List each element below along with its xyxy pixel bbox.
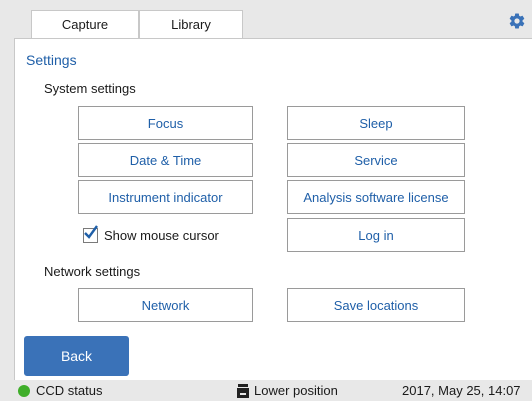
status-bar: CCD status Lower position 2017, May 25, … — [0, 381, 532, 401]
service-button[interactable]: Service — [287, 143, 465, 177]
gear-icon[interactable] — [508, 12, 526, 30]
ccd-status-label: CCD status — [36, 383, 103, 398]
tab-capture[interactable]: Capture — [31, 10, 139, 38]
network-settings-heading: Network settings — [44, 264, 141, 279]
show-mouse-cursor-label: Show mouse cursor — [104, 228, 219, 243]
tab-library-label: Library — [171, 17, 211, 32]
analysis-software-license-button[interactable]: Analysis software license — [287, 180, 465, 214]
tab-capture-label: Capture — [61, 17, 109, 32]
page-title: Settings — [26, 52, 77, 68]
save-locations-button[interactable]: Save locations — [287, 288, 465, 322]
date-time-display: 2017, May 25, 14:07 — [402, 383, 521, 398]
sleep-button[interactable]: Sleep — [287, 106, 465, 140]
instrument-indicator-button[interactable]: Instrument indicator — [78, 180, 253, 214]
ccd-status-indicator — [18, 385, 30, 397]
lower-position-icon — [237, 384, 249, 398]
checkmark-icon — [84, 225, 98, 239]
network-button[interactable]: Network — [78, 288, 253, 322]
log-in-button[interactable]: Log in — [287, 218, 465, 252]
tab-bar: Capture Library — [0, 0, 532, 38]
show-mouse-cursor-option[interactable]: Show mouse cursor — [83, 225, 219, 243]
date-time-button[interactable]: Date & Time — [78, 143, 253, 177]
back-button[interactable]: Back — [24, 336, 129, 376]
position-status-label: Lower position — [254, 383, 338, 398]
tab-library[interactable]: Library — [139, 10, 243, 38]
system-settings-heading: System settings — [44, 81, 136, 96]
show-mouse-cursor-checkbox[interactable] — [83, 225, 98, 243]
focus-button[interactable]: Focus — [78, 106, 253, 140]
